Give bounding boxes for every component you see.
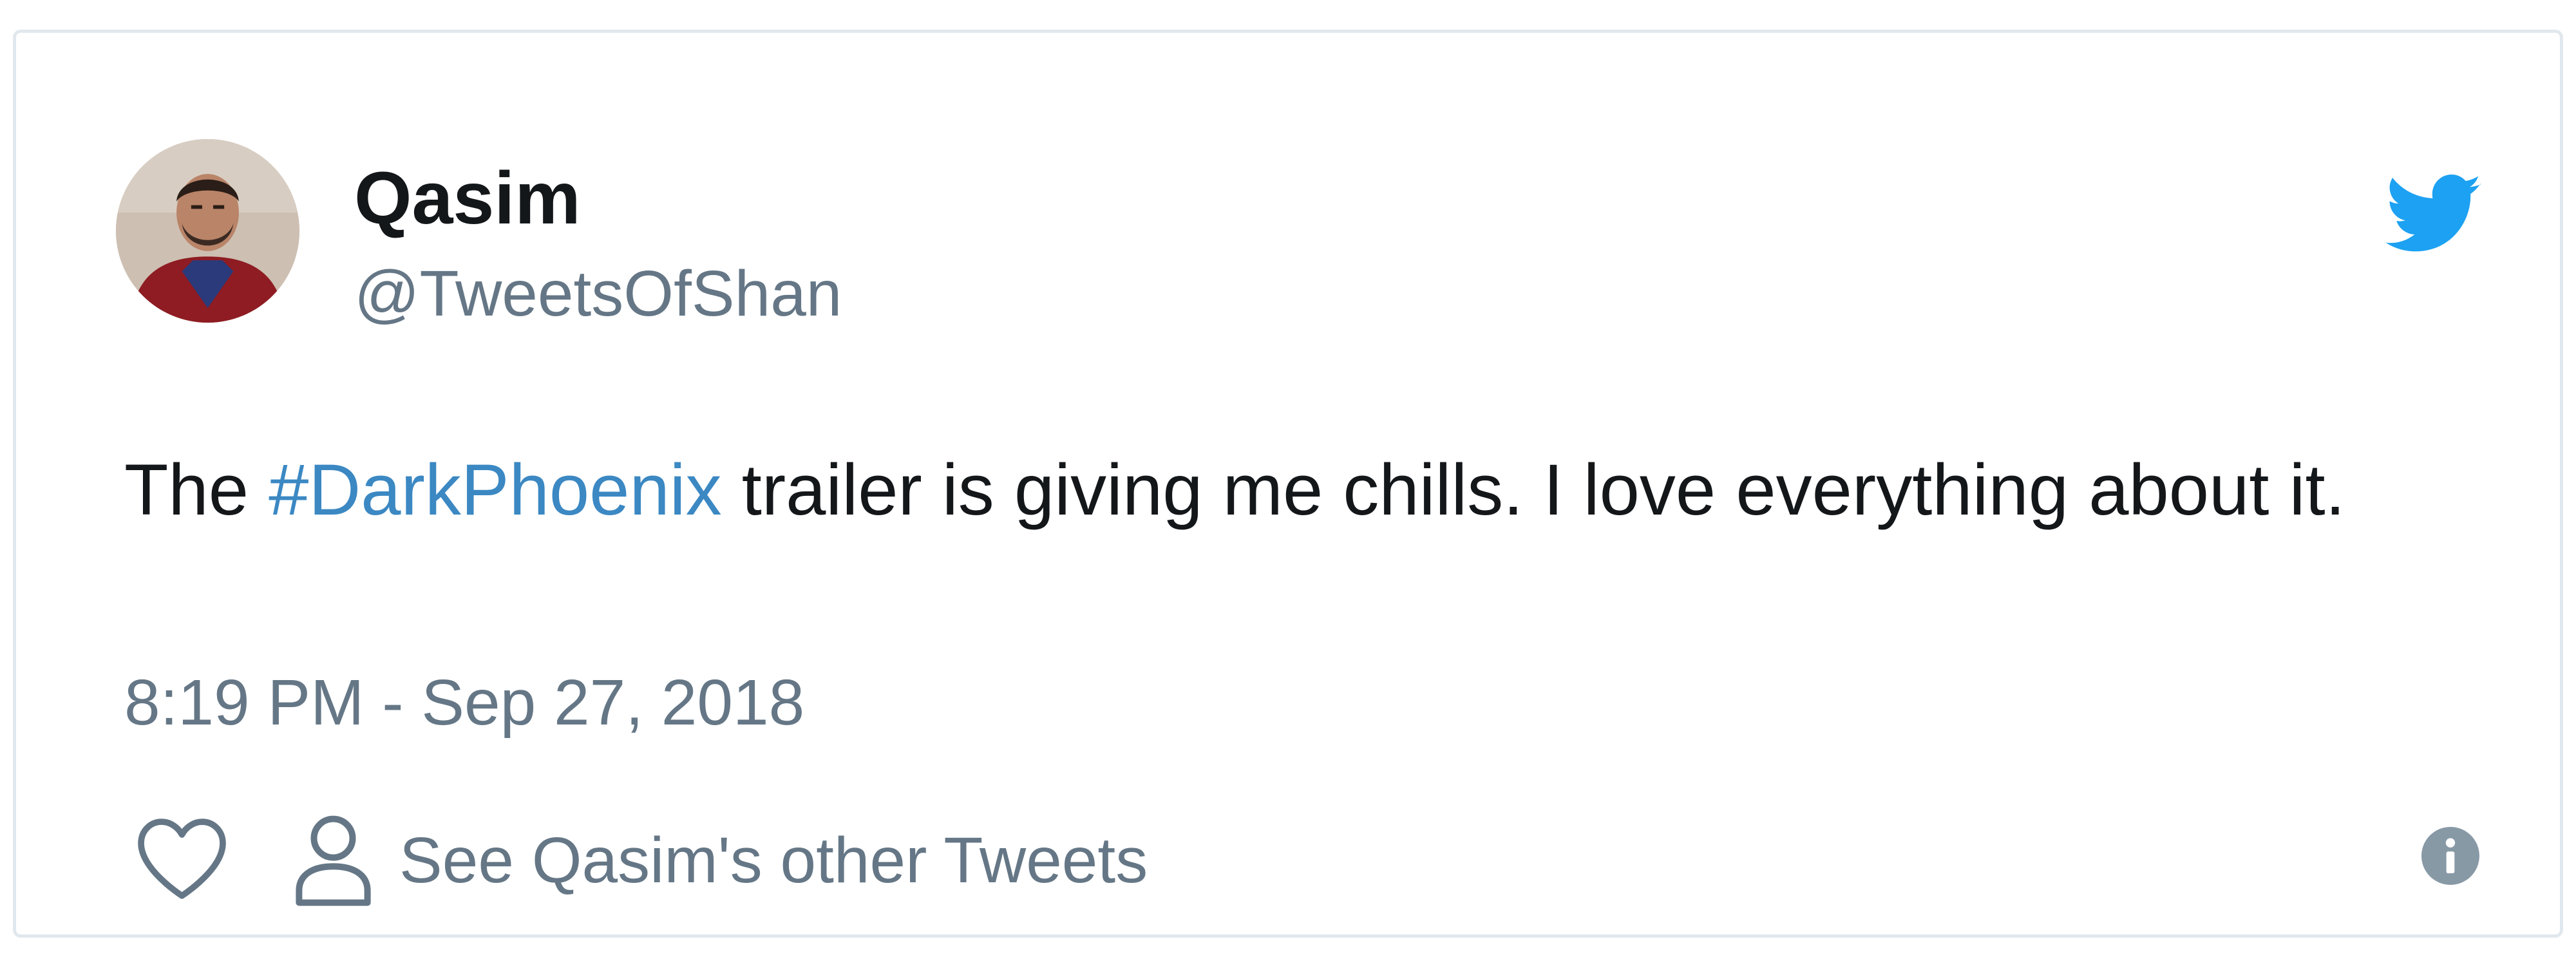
- author-handle[interactable]: @TweetsOfShan: [354, 261, 842, 326]
- avatar[interactable]: [116, 139, 299, 323]
- hashtag-link[interactable]: #DarkPhoenix: [269, 450, 722, 530]
- info-icon[interactable]: [2421, 827, 2479, 885]
- tweet-text-end: trailer is giving me chills. I love ever…: [721, 450, 2345, 530]
- heart-icon[interactable]: [135, 815, 229, 902]
- tweet-timestamp[interactable]: 8:19 PM - Sep 27, 2018: [124, 670, 804, 735]
- person-icon: [293, 812, 374, 909]
- author-display-name[interactable]: Qasim: [354, 162, 581, 236]
- tweet-text: The #DarkPhoenix trailer is giving me ch…: [124, 432, 2443, 548]
- see-other-tweets-label: See Qasim's other Tweets: [399, 824, 1148, 896]
- tweet-card: Qasim @TweetsOfShan The #DarkPhoenix tra…: [13, 30, 2563, 938]
- tweet-text-start: The: [124, 450, 269, 530]
- see-other-tweets-link[interactable]: See Qasim's other Tweets: [293, 809, 1148, 912]
- twitter-bird-icon[interactable]: [2386, 175, 2483, 255]
